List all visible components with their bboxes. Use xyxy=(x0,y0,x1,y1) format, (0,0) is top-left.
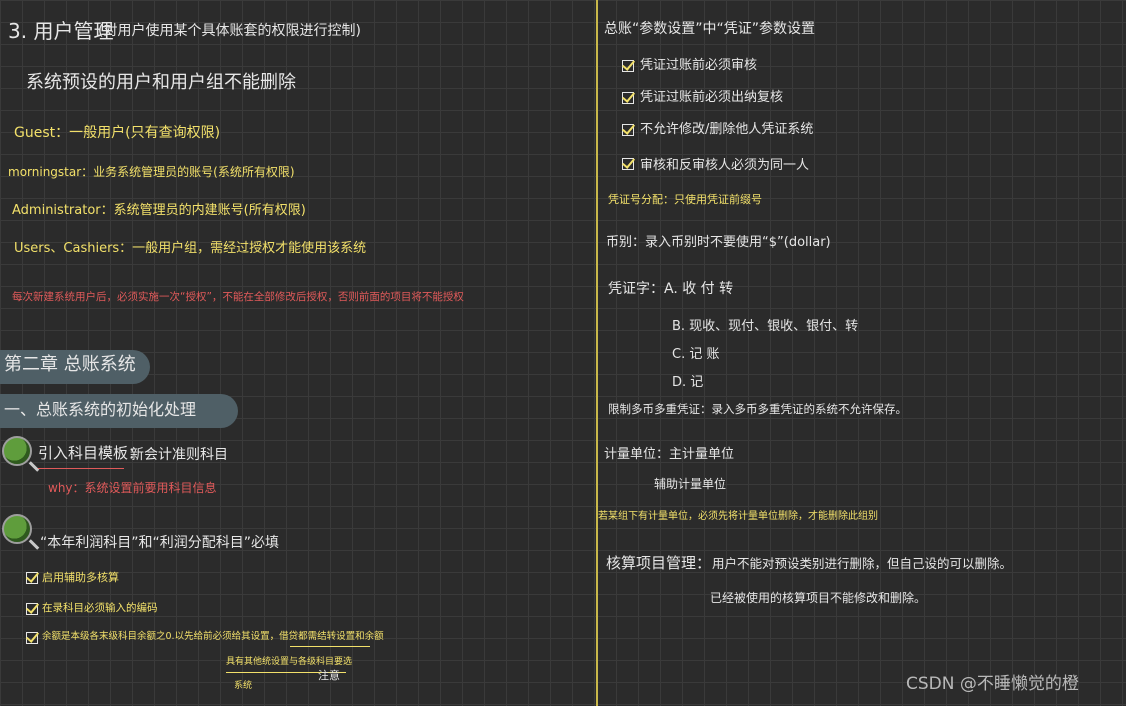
voucher-word-d: D. 记 xyxy=(672,375,704,390)
subsection-title: 一、总账系统的初始化处理 xyxy=(4,400,197,419)
profit-required-note: “本年利润科目”和“利润分配科目”必填 xyxy=(40,535,280,551)
check-item-3-underline xyxy=(290,646,370,647)
checkbox-3 xyxy=(26,632,38,644)
voucher-word-b: B. 现收、现付、银收、银付、转 xyxy=(672,319,859,334)
section3-note: (对用户使用某个具体账套的权限进行控制) xyxy=(98,23,361,39)
audit-label: 核算项目管理： xyxy=(606,554,712,572)
audit-text-1: 用户不能对预设类别进行删除，但自己设的可以删除。 xyxy=(712,556,1013,571)
why-note: why：系统设置前要用科目信息 xyxy=(48,481,217,495)
voucher-word-c: C. 记 账 xyxy=(672,347,720,362)
new-user-note: 每次新建系统用户后，必须实施一次“授权”，不能在全部修改后授权，否则前面的项目将… xyxy=(12,291,464,303)
voucher-word-a: 凭证字：A. 收 付 转 xyxy=(608,281,734,297)
voucher-number-note: 凭证号分配：只使用凭证前缀号 xyxy=(608,193,762,206)
ledger-param-title: 总账“参数设置”中“凭证”参数设置 xyxy=(604,21,816,37)
checkbox-r2 xyxy=(622,92,634,104)
bottom-note-2: 注意 xyxy=(318,669,340,682)
import-label-underline xyxy=(38,468,124,469)
checkbox-2 xyxy=(26,603,38,615)
param-check-2: 凭证过账前必须出纳复核 xyxy=(640,90,784,105)
unit-aux: 辅助计量单位 xyxy=(654,477,727,491)
currency-note: 币别：录入币别时不要使用“$”(dollar) xyxy=(606,235,831,250)
users-cashiers-line: Users、Cashiers：一般用户组，需经过授权才能使用该系统 xyxy=(14,241,367,256)
import-text: 新会计准则科目 xyxy=(130,447,228,463)
chapter-title: 第二章 总账系统 xyxy=(4,354,136,375)
magnifier-leaf-icon xyxy=(2,436,32,466)
checkbox-1 xyxy=(26,572,38,584)
audit-text-2: 已经被使用的核算项目不能修改和删除。 xyxy=(710,591,927,605)
param-check-4: 审核和反审核人必须为同一人 xyxy=(640,158,810,173)
check-item-2: 在录科目必须输入的编码 xyxy=(42,602,158,614)
bottom-note-1: 具有其他统设置与各级科目要选 xyxy=(226,657,353,667)
limit-note: 限制多币多重凭证：录入多币多重凭证的系统不允许保存。 xyxy=(608,402,907,416)
check-item-1: 启用辅助多核算 xyxy=(42,571,119,584)
guest-line: Guest：一般用户(只有查询权限) xyxy=(14,125,221,141)
morningstar-line: morningstar：业务系统管理员的账号(系统所有权限) xyxy=(8,165,295,179)
checkbox-r4 xyxy=(622,158,634,170)
watermark: CSDN @不睡懒觉的橙 xyxy=(906,674,1079,694)
checkbox-r1 xyxy=(622,60,634,72)
default-users-note: 系统预设的用户和用户组不能删除 xyxy=(26,72,296,93)
param-check-3: 不允许修改/删除他人凭证系统 xyxy=(640,122,814,137)
bottom-note-3: 系统 xyxy=(234,681,253,691)
param-check-1: 凭证过账前必须审核 xyxy=(640,58,758,73)
check-item-3: 余额是本级各末级科目余额之0.以先给前必须给其设置，借贷都需结转设置和余额 xyxy=(42,631,384,642)
administrator-line: Administrator：系统管理员的内建账号(所有权限) xyxy=(12,203,306,218)
import-label: 引入科目模板： xyxy=(38,444,144,462)
unit-main: 计量单位：主计量单位 xyxy=(604,447,735,462)
magnifier-leaf-icon-2 xyxy=(2,514,32,544)
center-divider xyxy=(596,0,598,706)
unit-delete-note: 若某组下有计量单位，必须先将计量单位删除，才能删除此组别 xyxy=(598,511,878,522)
checkbox-r3 xyxy=(622,124,634,136)
